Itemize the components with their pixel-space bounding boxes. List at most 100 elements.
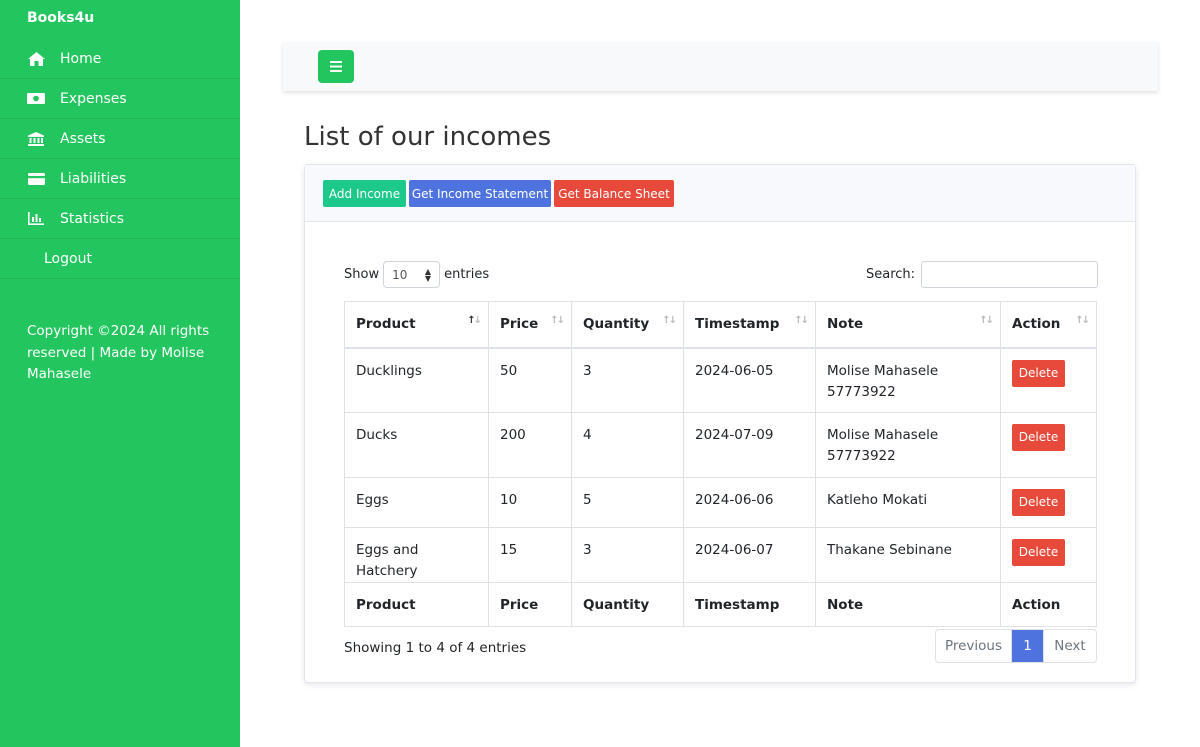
sidebar-nav: Home Expenses Assets Liabilities Statist… bbox=[0, 39, 240, 279]
income-card: Add Income Get Income Statement Get Bala… bbox=[304, 164, 1136, 683]
income-table: Product ↑↓ Price ↑↓ Quantity ↑↓ Timestamp ↑↓… bbox=[344, 301, 1097, 627]
select-arrows-icon: ▲ ▼ bbox=[424, 267, 432, 283]
cell-quantity: 5 bbox=[571, 477, 684, 528]
home-icon bbox=[27, 52, 45, 66]
column-header-product[interactable]: Product ↑↓ bbox=[344, 301, 489, 349]
pagination: Previous 1 Next bbox=[935, 629, 1097, 663]
delete-button[interactable]: Delete bbox=[1012, 489, 1065, 516]
page-size-select[interactable]: 10 ▲ ▼ bbox=[383, 261, 441, 288]
cell-action: Delete bbox=[1000, 527, 1097, 583]
table-header-row: Product ↑↓ Price ↑↓ Quantity ↑↓ Timestamp ↑↓… bbox=[344, 301, 1097, 349]
card-header: Add Income Get Income Statement Get Bala… bbox=[305, 165, 1135, 222]
column-header-label: Timestamp bbox=[695, 316, 780, 333]
column-header-label: Note bbox=[827, 316, 864, 333]
cell-quantity: 3 bbox=[571, 527, 684, 583]
top-navbar bbox=[283, 42, 1158, 91]
column-header-label: Price bbox=[500, 316, 539, 333]
money-icon bbox=[27, 92, 45, 106]
cell-note: Katleho Mokati bbox=[815, 477, 1001, 528]
cell-action: Delete bbox=[1000, 477, 1097, 528]
search-input[interactable] bbox=[921, 261, 1099, 288]
bar-chart-icon bbox=[27, 212, 45, 226]
sidebar-item-home[interactable]: Home bbox=[0, 39, 240, 79]
copyright-text: Copyright ©2024 All rights reserved | Ma… bbox=[27, 323, 210, 382]
cell-product: Ducks bbox=[344, 412, 489, 478]
column-header-action[interactable]: Action ↑↓ bbox=[1000, 301, 1097, 349]
sort-asc-icon: ↑↓ bbox=[467, 315, 482, 326]
cell-quantity: 3 bbox=[571, 347, 684, 413]
sort-icon: ↑↓ bbox=[662, 315, 677, 326]
sidebar-item-statistics[interactable]: Statistics bbox=[0, 199, 240, 239]
table-footer-row: Product Price Quantity Timestamp Note Ac… bbox=[344, 582, 1097, 627]
entries-label: entries bbox=[444, 267, 490, 282]
footer-header-note: Note bbox=[815, 582, 1001, 627]
cell-timestamp: 2024-07-09 bbox=[683, 412, 816, 478]
cell-product: Eggs and Hatchery bbox=[344, 527, 489, 583]
sort-icon: ↑↓ bbox=[550, 315, 565, 326]
cell-product: Eggs bbox=[344, 477, 489, 528]
page-title: List of our incomes bbox=[304, 122, 552, 152]
cell-quantity: 4 bbox=[571, 412, 684, 478]
delete-button[interactable]: Delete bbox=[1012, 539, 1065, 566]
search-control: Search: bbox=[866, 261, 1099, 288]
add-income-button[interactable]: Add Income bbox=[323, 180, 406, 207]
brand-title[interactable]: Books4u bbox=[27, 10, 94, 26]
show-label: Show bbox=[344, 267, 380, 282]
search-label: Search: bbox=[866, 267, 916, 282]
column-header-price[interactable]: Price ↑↓ bbox=[488, 301, 572, 349]
footer-header-action: Action bbox=[1000, 582, 1097, 627]
sidebar-item-label: Liabilities bbox=[60, 170, 127, 187]
sidebar-item-label: Home bbox=[60, 51, 102, 67]
cell-action: Delete bbox=[1000, 347, 1097, 413]
sidebar-item-assets[interactable]: Assets bbox=[0, 119, 240, 159]
column-header-label: Action bbox=[1012, 316, 1061, 333]
column-header-note[interactable]: Note ↑↓ bbox=[815, 301, 1001, 349]
credit-card-icon bbox=[27, 172, 45, 186]
sidebar-toggle-button[interactable] bbox=[318, 50, 354, 83]
table-row: Ducks 200 4 2024-07-09 Molise Mahasele 5… bbox=[344, 412, 1097, 478]
sort-icon: ↑↓ bbox=[1075, 315, 1090, 326]
cell-action: Delete bbox=[1000, 412, 1097, 478]
show-entries-control: Show 10 ▲ ▼ entries bbox=[344, 261, 489, 288]
footer-header-price: Price bbox=[488, 582, 572, 627]
cell-price: 15 bbox=[488, 527, 572, 583]
table-info: Showing 1 to 4 of 4 entries bbox=[344, 640, 527, 656]
sidebar-item-label: Logout bbox=[44, 250, 92, 267]
footer-header-quantity: Quantity bbox=[571, 582, 684, 627]
sort-icon: ↑↓ bbox=[794, 315, 809, 326]
sidebar-item-label: Assets bbox=[60, 130, 106, 147]
sidebar: Books4u Home Expenses Assets Liabilities bbox=[0, 0, 240, 747]
cell-note: Molise Mahasele 57773922 bbox=[815, 347, 1001, 413]
page-1-button[interactable]: 1 bbox=[1012, 630, 1044, 662]
cell-price: 10 bbox=[488, 477, 572, 528]
cell-price: 200 bbox=[488, 412, 572, 478]
column-header-timestamp[interactable]: Timestamp ↑↓ bbox=[683, 301, 816, 349]
cell-timestamp: 2024-06-07 bbox=[683, 527, 816, 583]
sort-icon: ↑↓ bbox=[979, 315, 994, 326]
income-statement-button[interactable]: Get Income Statement bbox=[409, 180, 551, 207]
delete-button[interactable]: Delete bbox=[1012, 424, 1065, 451]
sidebar-item-logout[interactable]: Logout bbox=[0, 239, 240, 279]
delete-button[interactable]: Delete bbox=[1012, 359, 1065, 387]
cell-timestamp: 2024-06-05 bbox=[683, 347, 816, 413]
table-row: Eggs 10 5 2024-06-06 Katleho Mokati Dele… bbox=[344, 477, 1097, 528]
footer-header-timestamp: Timestamp bbox=[683, 582, 816, 627]
sidebar-item-label: Expenses bbox=[60, 90, 127, 107]
column-header-label: Quantity bbox=[583, 316, 650, 333]
next-page-button[interactable]: Next bbox=[1044, 630, 1096, 662]
table-row: Ducklings 50 3 2024-06-05 Molise Mahasel… bbox=[344, 347, 1097, 413]
cell-note: Molise Mahasele 57773922 bbox=[815, 412, 1001, 478]
cell-timestamp: 2024-06-06 bbox=[683, 477, 816, 528]
sidebar-item-liabilities[interactable]: Liabilities bbox=[0, 159, 240, 199]
balance-sheet-button[interactable]: Get Balance Sheet bbox=[554, 180, 674, 207]
footer-header-product: Product bbox=[344, 582, 489, 627]
page-size-value: 10 bbox=[392, 267, 408, 282]
column-header-quantity[interactable]: Quantity ↑↓ bbox=[571, 301, 684, 349]
sidebar-item-expenses[interactable]: Expenses bbox=[0, 79, 240, 119]
previous-page-button[interactable]: Previous bbox=[936, 630, 1012, 662]
cell-note: Thakane Sebinane bbox=[815, 527, 1001, 583]
cell-price: 50 bbox=[488, 347, 572, 413]
bank-icon bbox=[27, 131, 45, 146]
sidebar-item-label: Statistics bbox=[60, 210, 124, 227]
table-row: Eggs and Hatchery 15 3 2024-06-07 Thakan… bbox=[344, 527, 1097, 583]
